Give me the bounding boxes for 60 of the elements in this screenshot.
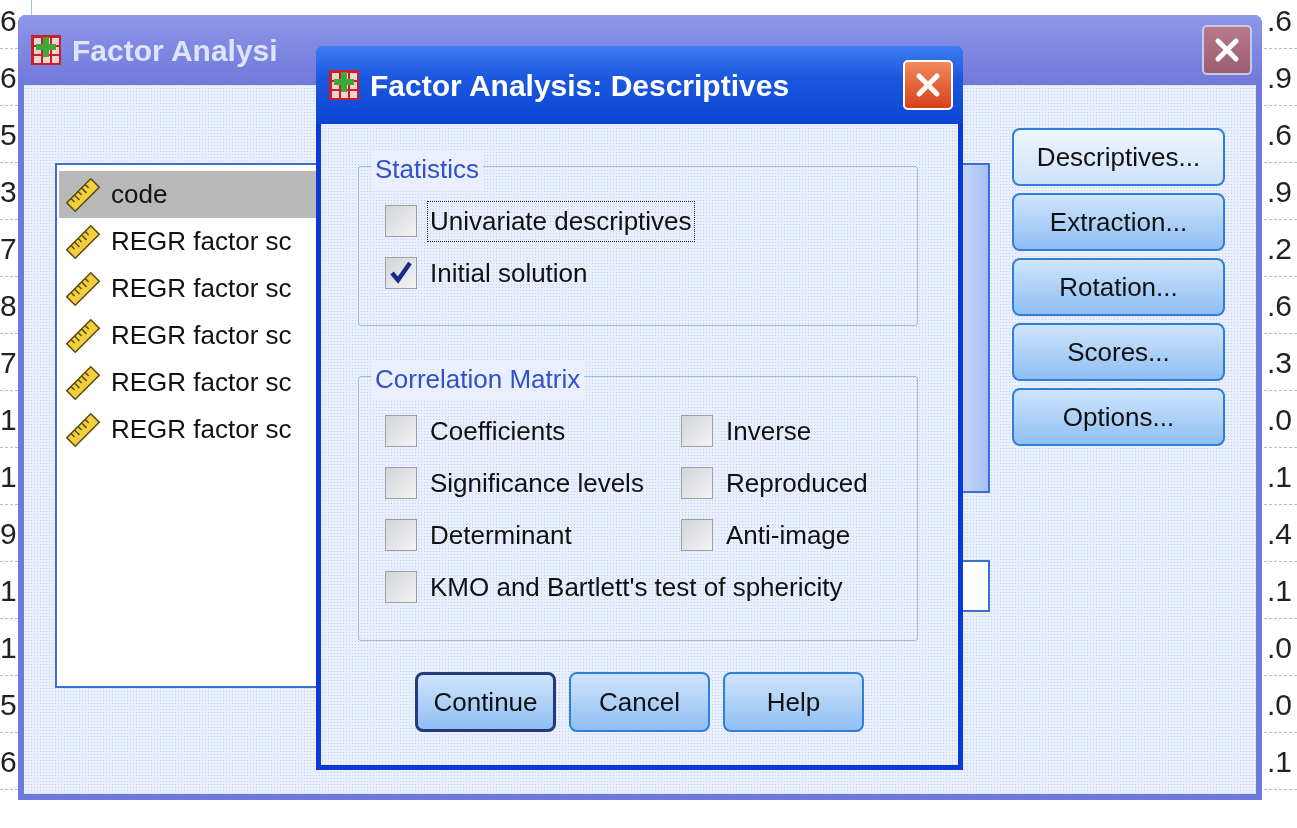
- group-title: Correlation Matrix: [371, 360, 585, 399]
- dialog-button[interactable]: Continue: [415, 672, 556, 732]
- dialog-button[interactable]: Extraction...: [1012, 193, 1225, 251]
- table-cell: .4: [1267, 516, 1293, 550]
- table-cell-text: 1: [0, 572, 17, 609]
- checkbox[interactable]: [681, 467, 713, 499]
- table-cell-text: 9: [0, 515, 17, 552]
- dialog-button[interactable]: Scores...: [1012, 323, 1225, 381]
- table-cell-text: 5: [0, 116, 17, 153]
- checkbox[interactable]: [385, 205, 417, 237]
- checkbox[interactable]: [385, 257, 417, 289]
- table-icon: [30, 34, 62, 66]
- table-cell-text: 3: [0, 173, 17, 210]
- table-cell: .2: [1267, 231, 1293, 265]
- table-cell: .1: [1267, 459, 1293, 493]
- table-cell: .6: [1267, 3, 1293, 37]
- group-title: Statistics: [371, 150, 484, 189]
- scrollbar[interactable]: [962, 165, 988, 491]
- close-icon: [1214, 37, 1240, 63]
- close-icon: [915, 72, 941, 98]
- checkbox[interactable]: [385, 415, 417, 447]
- table-cell: .1: [1267, 744, 1293, 778]
- list-item[interactable]: REGR factor sc: [59, 312, 451, 359]
- table-cell-text: 7: [0, 230, 17, 267]
- table-cell: .0: [1267, 687, 1293, 721]
- table-cell: .0: [1267, 630, 1293, 664]
- checkbox[interactable]: [385, 467, 417, 499]
- table-cell-text: 1: [0, 629, 17, 666]
- table-cell-text: 8: [0, 287, 17, 324]
- table-cell: .6: [1267, 117, 1293, 151]
- table-cell-text: 1: [0, 458, 17, 495]
- checkbox[interactable]: [385, 519, 417, 551]
- window-title: Factor Analysis: Descriptives: [370, 67, 791, 104]
- table-cell-text: 5: [0, 686, 17, 723]
- table-cell-text: 6: [0, 743, 17, 780]
- checkbox[interactable]: [681, 415, 713, 447]
- close-button[interactable]: [1202, 25, 1252, 75]
- checkbox[interactable]: [681, 519, 713, 551]
- checkbox-label[interactable]: Univariate descriptives: [427, 200, 695, 242]
- table-cell: .1: [1267, 573, 1293, 607]
- table-cell: .6: [1267, 288, 1293, 322]
- table-cell: .3: [1267, 345, 1293, 379]
- checkbox[interactable]: [385, 571, 417, 603]
- dialog-button[interactable]: Options...: [1012, 388, 1225, 446]
- dialog-button[interactable]: Descriptives...: [1012, 128, 1225, 186]
- table-cell-text: 6: [0, 2, 17, 39]
- checkbox-label[interactable]: Reproduced: [723, 462, 871, 504]
- table-cell-text: 1: [0, 401, 17, 438]
- table-cell: .0: [1267, 402, 1293, 436]
- checkbox-label[interactable]: Anti-image: [723, 514, 854, 556]
- table-cell: .9: [1267, 174, 1293, 208]
- dialog-button[interactable]: Help: [723, 672, 864, 732]
- window-title: Factor Analysi: [72, 32, 279, 69]
- table-icon: [328, 69, 360, 101]
- table-cell-text: 7: [0, 344, 17, 381]
- table-cell: .9: [1267, 60, 1293, 94]
- checkbox-label[interactable]: Inverse: [723, 410, 815, 452]
- table-cell-text: 6: [0, 59, 17, 96]
- dialog-button[interactable]: Rotation...: [1012, 258, 1225, 316]
- dialog-button[interactable]: Cancel: [569, 672, 710, 732]
